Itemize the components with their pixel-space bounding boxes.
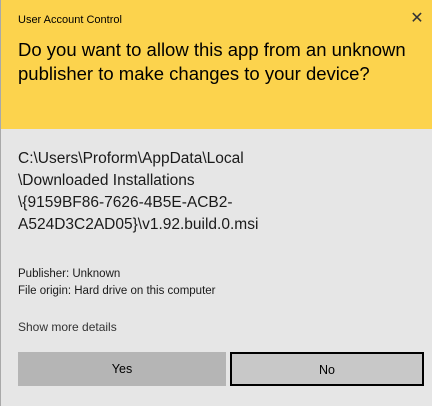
path-line: C:\Users\Proform\AppData\Local [18,150,244,167]
dialog-header: User Account Control ✕ Do you want to al… [1,0,432,129]
close-icon: ✕ [410,10,424,27]
prompt-question: Do you want to allow this app from an un… [18,39,406,84]
path-line: \Downloaded Installations [18,172,195,189]
show-more-details-link[interactable]: Show more details [18,320,117,334]
window-edge [432,0,440,406]
uac-dialog: User Account Control ✕ Do you want to al… [0,0,432,406]
close-button[interactable]: ✕ [406,8,428,30]
path-line: A524D3C2AD05}\v1.92.build.0.msi [18,216,259,233]
program-path: C:\Users\Proform\AppData\Local \Download… [18,148,418,236]
no-button[interactable]: No [230,352,424,386]
file-origin-label: File origin: Hard drive on this computer [18,285,216,297]
publisher-label: Publisher: Unknown [18,268,121,280]
yes-button[interactable]: Yes [18,352,226,386]
publisher-info: Publisher: Unknown File origin: Hard dri… [18,266,216,300]
path-line: \{9159BF86-7626-4B5E-ACB2- [18,194,233,211]
dialog-title: User Account Control [18,14,122,26]
